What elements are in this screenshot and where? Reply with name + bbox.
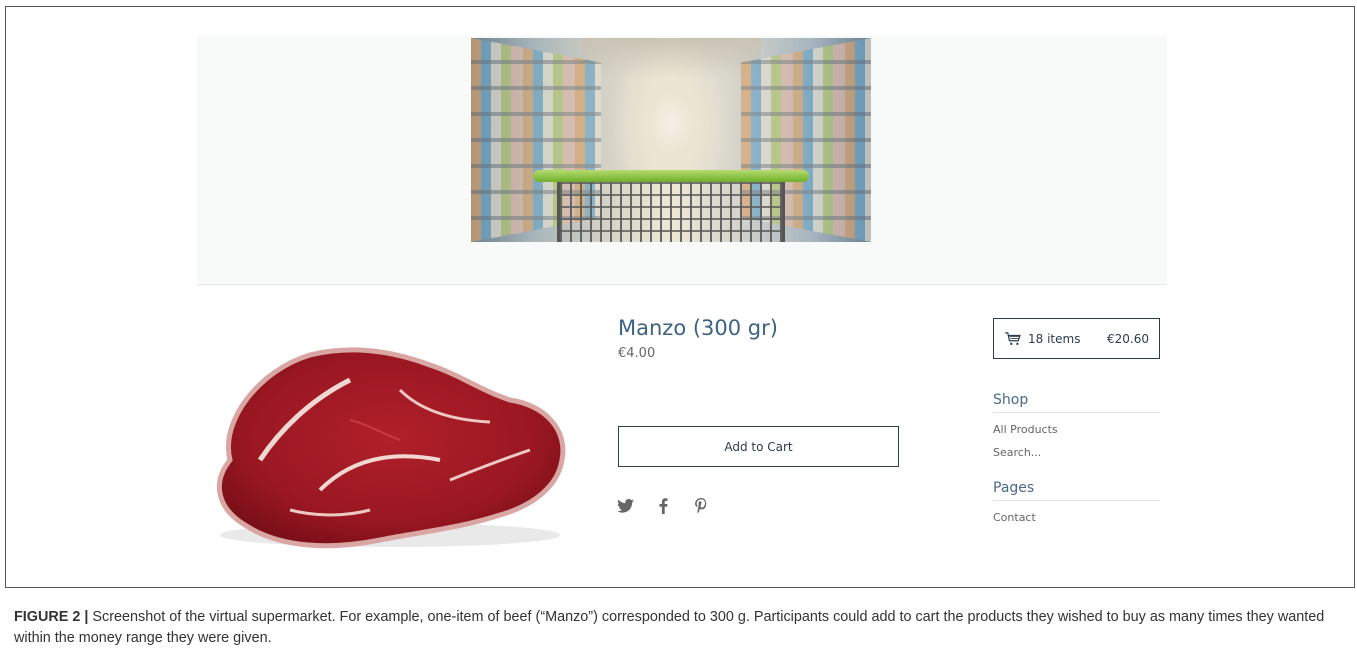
supermarket-banner-image [471,38,871,242]
sidebar-link-search[interactable]: Search... [993,446,1041,459]
cart-total: €20.60 [1107,331,1149,346]
beef-steak-illustration [216,347,566,549]
twitter-icon[interactable] [616,496,634,516]
pinterest-icon[interactable] [692,496,710,516]
sidebar-heading-shop: Shop [993,392,1160,413]
add-to-cart-button[interactable]: Add to Cart [618,426,899,467]
sidebar-link-all-products[interactable]: All Products [993,423,1058,436]
cart-summary-button[interactable]: 18 items €20.60 [993,318,1160,359]
social-share-links [616,496,710,516]
figure-label: FIGURE 2 | [14,609,89,625]
shopping-cart-handle [533,170,809,182]
sidebar-link-contact[interactable]: Contact [993,511,1036,524]
sidebar-heading-pages: Pages [993,480,1160,501]
cart-icon [1005,331,1021,345]
product-title: Manzo (300 gr) [618,316,778,340]
figure-caption-text: Screenshot of the virtual supermarket. F… [14,609,1325,646]
facebook-icon[interactable] [654,496,672,516]
product-image [200,310,575,560]
cart-item-count: 18 items [1028,331,1081,346]
shopping-cart-basket [557,182,785,242]
product-price: €4.00 [618,346,656,361]
site-header [197,36,1167,285]
banner-ceiling [581,38,761,78]
figure-caption: FIGURE 2 | Screenshot of the virtual sup… [14,607,1344,649]
